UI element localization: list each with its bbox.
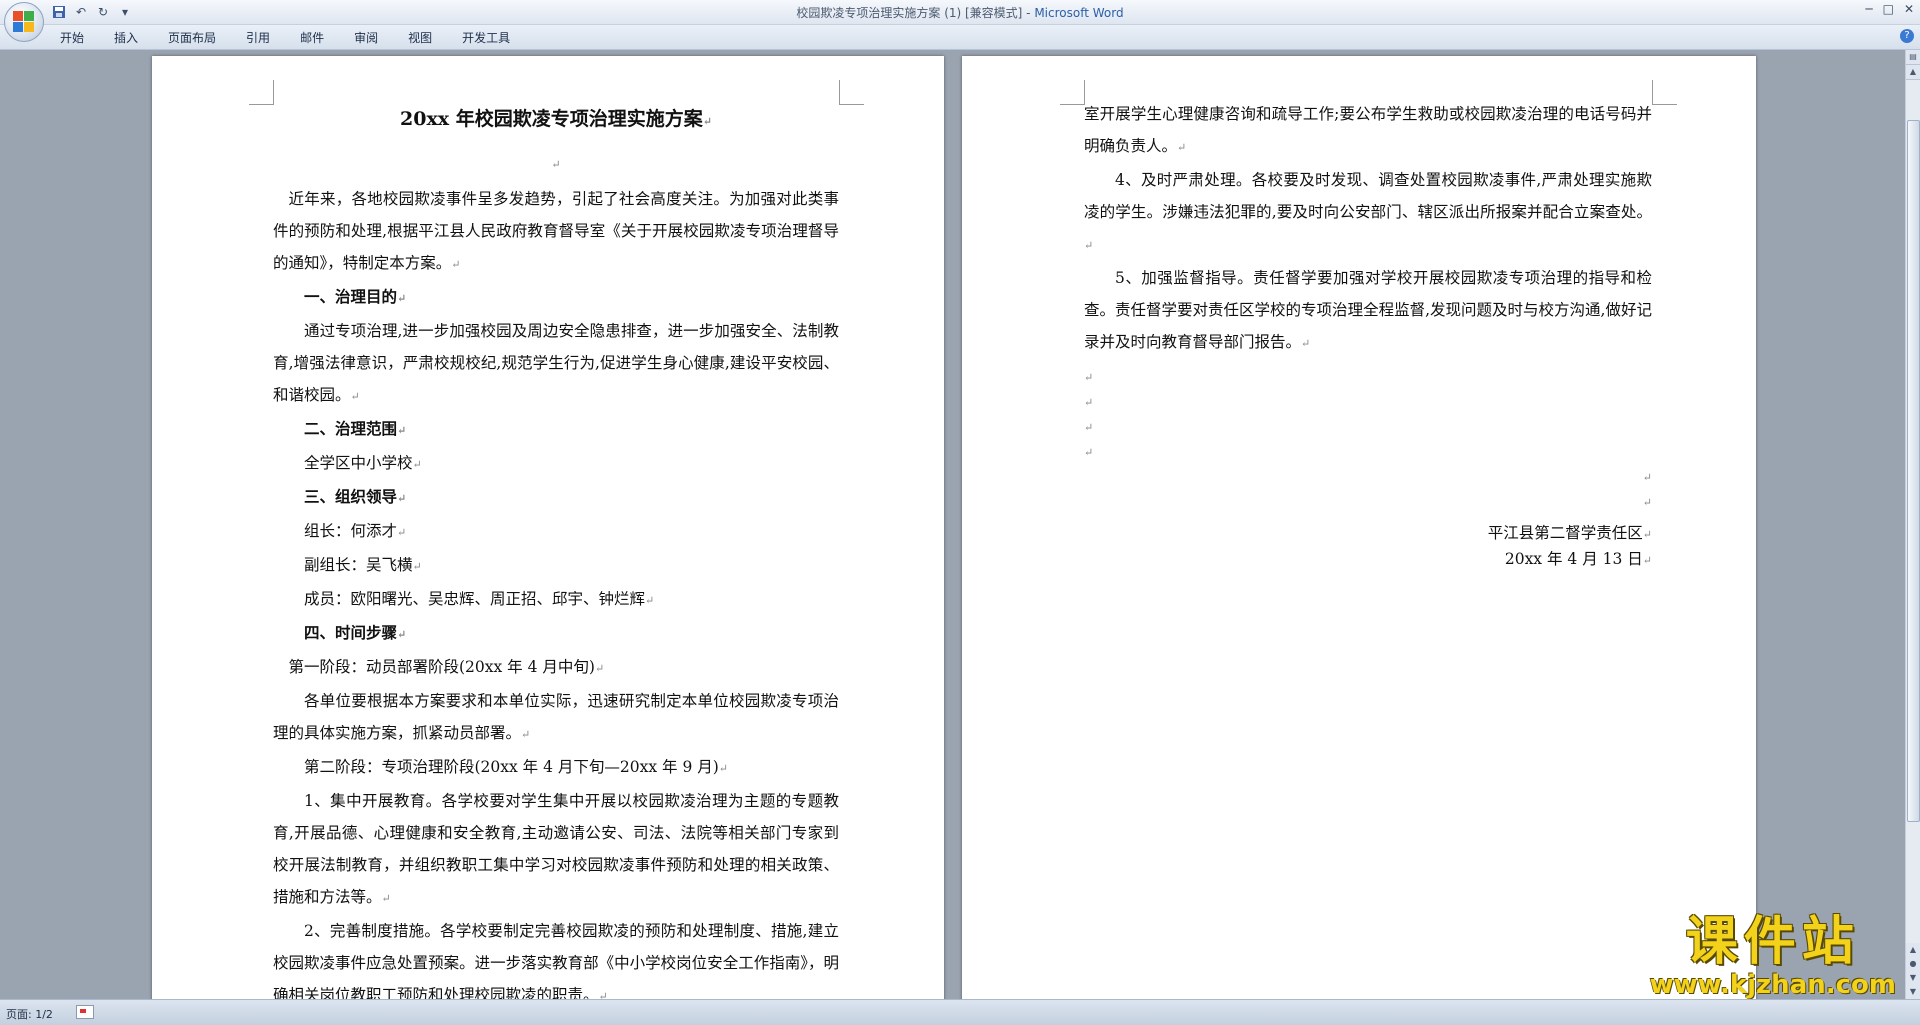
section-heading: 一、治理目的↵: [304, 287, 407, 306]
maximize-icon[interactable]: □: [1883, 2, 1894, 16]
body-paragraph: 副组长：吴飞横↵: [304, 556, 422, 574]
ribbon-tab[interactable]: 开发工具: [462, 29, 510, 46]
page-2-body[interactable]: 室开展学生心理健康咨询和疏导工作;要公布学生救助或校园欺凌治理的电话号码并明确负…: [1084, 98, 1652, 573]
scroll-thumb[interactable]: [1907, 120, 1920, 822]
page-count[interactable]: 页面: 1/2: [6, 1006, 53, 1022]
browse-object-icon[interactable]: ●: [1906, 957, 1920, 972]
scroll-down-icon[interactable]: ▼: [1906, 985, 1920, 1000]
window-controls: ─ □ ✕: [1865, 2, 1914, 16]
document-workspace: 20xx 年校园欺凌专项治理实施方案↵ ↵ 近年来，各地校园欺凌事件呈多发趋势，…: [0, 50, 1906, 1000]
empty-paragraph: ↵: [1084, 396, 1094, 409]
help-icon[interactable]: ?: [1900, 29, 1914, 43]
ribbon: 开始 插入 页面布局 引用 邮件 审阅 视图 开发工具 ?: [0, 25, 1920, 50]
office-button[interactable]: [4, 2, 44, 42]
page-2: 室开展学生心理健康咨询和疏导工作;要公布学生救助或校园欺凌治理的电话号码并明确负…: [962, 56, 1756, 1000]
crop-mark-top-left: [1060, 80, 1085, 105]
body-paragraph: 各单位要根据本方案要求和本单位实际，迅速研究制定本单位校园欺凌专项治理的具体实施…: [273, 692, 839, 742]
section-heading: 四、时间步骤↵: [304, 623, 407, 642]
vertical-scrollbar[interactable]: ▤ ▲ ▲ ● ▼ ▼: [1905, 50, 1920, 1000]
page-1: 20xx 年校园欺凌专项治理实施方案↵ ↵ 近年来，各地校园欺凌事件呈多发趋势，…: [152, 56, 944, 1000]
body-paragraph: 1、集中开展教育。各学校要对学生集中开展以校园欺凌治理为主题的专题教育,开展品德…: [273, 792, 839, 906]
ribbon-tab[interactable]: 引用: [246, 29, 270, 46]
ruler-toggle-icon[interactable]: ▤: [1906, 50, 1920, 65]
body-paragraph: 4、及时严肃处理。各校要及时发现、调查处置校园欺凌事件,严肃处理实施欺凌的学生。…: [1084, 171, 1652, 252]
proofing-status-icon[interactable]: [76, 1005, 94, 1019]
page-2-paragraphs: 室开展学生心理健康咨询和疏导工作;要公布学生救助或校园欺凌治理的电话号码并明确负…: [1084, 98, 1652, 360]
body-paragraph: 室开展学生心理健康咨询和疏导工作;要公布学生救助或校园欺凌治理的电话号码并明确负…: [1084, 105, 1652, 155]
close-icon[interactable]: ✕: [1904, 2, 1914, 16]
watermark-url: www.kjzhan.com: [1649, 970, 1896, 1000]
signature-date: 20xx 年 4 月 13 日↵: [1504, 550, 1652, 568]
site-watermark: 课件站 www.kjzhan.com: [1650, 913, 1896, 999]
ribbon-tab[interactable]: 页面布局: [168, 29, 216, 46]
empty-paragraph: ↵: [1642, 496, 1652, 509]
prev-page-icon[interactable]: ▲: [1906, 943, 1920, 958]
app-name: Microsoft Word: [1034, 6, 1124, 20]
body-paragraph: 第二阶段：专项治理阶段(20xx 年 4 月下旬—20xx 年 9 月)↵: [304, 758, 729, 776]
section-heading: 三、组织领导↵: [304, 487, 407, 506]
title-bar: ↶ ↻ ▾ 校园欺凌专项治理实施方案 (1) [兼容模式] - Microsof…: [0, 0, 1920, 25]
next-page-icon[interactable]: ▼: [1906, 971, 1920, 986]
document-title: 校园欺凌专项治理实施方案 (1) [兼容模式] -: [796, 6, 1035, 20]
ribbon-tab[interactable]: 邮件: [300, 29, 324, 46]
body-paragraph: 组长：何添才↵: [304, 522, 407, 540]
body-paragraph: 2、完善制度措施。各学校要制定完善校园欺凌的预防和处理制度、措施,建立校园欺凌事…: [273, 922, 839, 1000]
body-paragraph: 成员：欧阳曙光、吴忠辉、周正招、邱宇、钟烂辉↵: [304, 590, 655, 608]
page-1-body[interactable]: 20xx 年校园欺凌专项治理实施方案↵ ↵ 近年来，各地校园欺凌事件呈多发趋势，…: [273, 102, 839, 1000]
page-1-paragraphs: 近年来，各地校园欺凌事件呈多发趋势，引起了社会高度关注。为加强对此类事件的预防和…: [273, 183, 839, 1000]
signature-org: 平江县第二督学责任区↵: [1487, 524, 1652, 542]
empty-paragraph: ↵: [1084, 371, 1094, 384]
empty-paragraph: ↵: [1642, 471, 1652, 484]
watermark-logo-text: 课件站: [1685, 912, 1860, 972]
body-paragraph: 近年来，各地校园欺凌事件呈多发趋势，引起了社会高度关注。为加强对此类事件的预防和…: [273, 190, 839, 272]
empty-paragraph: ↵: [1084, 421, 1094, 434]
status-bar: 页面: 1/2: [0, 999, 1920, 1025]
ribbon-tabs: 开始 插入 页面布局 引用 邮件 审阅 视图 开发工具: [60, 29, 510, 46]
body-paragraph: 5、加强监督指导。责任督学要加强对学校开展校园欺凌专项治理的指导和检查。责任督学…: [1084, 269, 1652, 351]
section-heading: 二、治理范围↵: [304, 419, 407, 438]
ribbon-tab[interactable]: 审阅: [354, 29, 378, 46]
ribbon-tab[interactable]: 视图: [408, 29, 432, 46]
ribbon-tab[interactable]: 插入: [114, 29, 138, 46]
scroll-up-icon[interactable]: ▲: [1906, 65, 1920, 80]
window-title: 校园欺凌专项治理实施方案 (1) [兼容模式] - Microsoft Word: [0, 4, 1920, 21]
ribbon-tab[interactable]: 开始: [60, 29, 84, 46]
body-paragraph: 全学区中小学校↵: [304, 454, 422, 472]
document-heading: 20xx 年校园欺凌专项治理实施方案↵: [400, 108, 712, 130]
body-paragraph: 第一阶段：动员部署阶段(20xx 年 4 月中旬)↵: [288, 658, 605, 676]
office-logo-icon: [13, 11, 35, 33]
crop-mark-top-right: [1652, 80, 1677, 105]
empty-paragraph: ↵: [1084, 446, 1094, 459]
empty-paragraph: ↵: [551, 158, 561, 171]
minimize-icon[interactable]: ─: [1865, 2, 1872, 16]
crop-mark-top-right: [839, 80, 864, 105]
crop-mark-top-left: [249, 80, 274, 105]
body-paragraph: 通过专项治理,进一步加强校园及周边安全隐患排查，进一步加强安全、法制教育,增强法…: [273, 322, 839, 404]
